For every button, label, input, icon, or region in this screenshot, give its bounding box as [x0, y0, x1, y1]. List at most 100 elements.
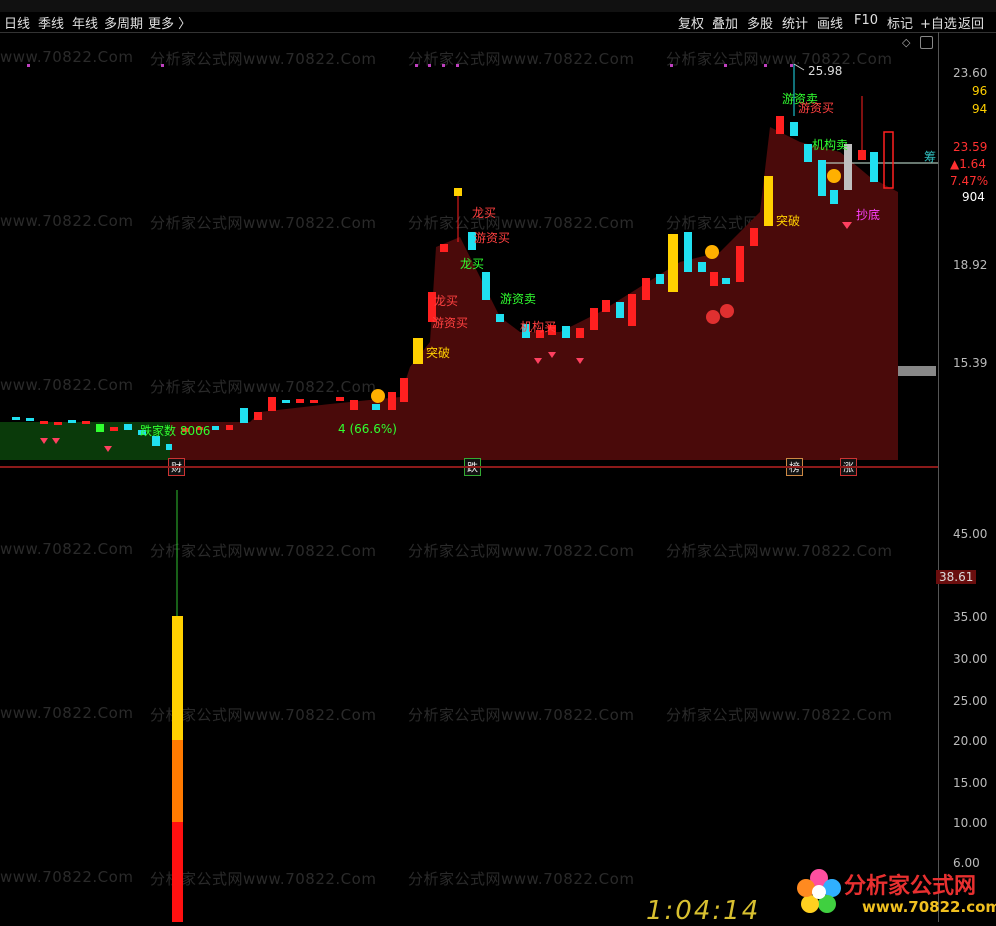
- period-season-button[interactable]: 季线: [38, 13, 64, 32]
- candle: [858, 150, 866, 160]
- duo-badge-icon: [706, 310, 720, 324]
- hot-buy-label: 游资买: [798, 101, 835, 115]
- statistics-button[interactable]: 统计: [782, 13, 808, 32]
- indicator-axis-label: 45.00: [953, 527, 988, 541]
- breakout-label: 突破: [776, 214, 801, 228]
- period-day-button[interactable]: 日线: [4, 13, 30, 32]
- signal-dot: [415, 64, 418, 67]
- axis-divider: [938, 32, 939, 922]
- candle: [26, 418, 34, 421]
- candle: [388, 392, 396, 410]
- logo-title: 分析家公式网: [844, 874, 977, 899]
- indicator-chart: [172, 490, 183, 922]
- signal-dot: [161, 64, 164, 67]
- candle: [454, 188, 462, 196]
- panel-toggle-icon[interactable]: [920, 36, 933, 49]
- inst-sell-label: 机构卖: [812, 138, 849, 152]
- candle: [110, 427, 118, 431]
- candle: [790, 122, 798, 136]
- candle: [400, 378, 408, 402]
- signal-dot: [764, 64, 767, 67]
- restore-right-button[interactable]: 复权: [678, 13, 704, 32]
- candle: [628, 294, 636, 326]
- signal-dot: [670, 64, 673, 67]
- candle: [482, 272, 490, 300]
- candle: [616, 302, 624, 318]
- candle: [736, 246, 744, 282]
- indicator-axis-label: 10.00: [953, 816, 988, 830]
- chart-window: 日线 季线 年线 多周期 更多 〉 复权 叠加 多股 统计 画线 F10 标记 …: [0, 0, 996, 926]
- candle: [240, 408, 248, 423]
- percent-info-label: 4 (66.6%): [338, 422, 397, 436]
- candle: [254, 412, 262, 420]
- indicator-axis-label: 35.00: [953, 610, 988, 624]
- candle: [698, 262, 706, 272]
- candle: [68, 420, 76, 423]
- price-axis-label: 15.39: [953, 356, 988, 370]
- signal-dot: [724, 64, 727, 67]
- overlay-button[interactable]: 叠加: [712, 13, 738, 32]
- yellow-up-icon: [705, 245, 719, 259]
- multi-stock-button[interactable]: 多股: [747, 13, 773, 32]
- f10-button[interactable]: F10: [854, 13, 878, 28]
- site-logo: 分析家公式网 www.70822.com: [792, 862, 996, 920]
- price-axis-label: 96: [972, 84, 988, 98]
- candle: [710, 272, 718, 286]
- candle: [576, 328, 584, 338]
- signal-dot: [790, 64, 793, 67]
- candle: [440, 244, 448, 252]
- price-scroll-marker[interactable]: [898, 366, 936, 376]
- candle: [413, 338, 423, 364]
- logo-url: www.70822.com: [862, 898, 996, 916]
- price-change-label: ▲1.64: [950, 157, 986, 171]
- signal-dots: [27, 64, 793, 67]
- candle: [82, 421, 90, 424]
- draw-line-button[interactable]: 画线: [817, 13, 843, 32]
- volume-label: 904: [962, 190, 985, 204]
- candle: [722, 278, 730, 284]
- candle: [804, 144, 812, 162]
- candle: [268, 397, 276, 411]
- hot-buy-label: 游资买: [474, 231, 511, 245]
- diamond-icon[interactable]: ◇: [902, 36, 910, 49]
- candle: [750, 228, 758, 246]
- indicator-axis-label: 25.00: [953, 694, 988, 708]
- signal-dot: [428, 64, 431, 67]
- candle: [296, 399, 304, 403]
- candle: [590, 308, 598, 330]
- breakout-label: 突破: [426, 346, 451, 360]
- multi-period-button[interactable]: 多周期: [104, 13, 143, 32]
- candle: [282, 400, 290, 403]
- price-axis-label: 94: [972, 102, 988, 116]
- back-button[interactable]: 返回: [958, 13, 984, 32]
- candle: [642, 278, 650, 300]
- signal-dot: [442, 64, 445, 67]
- inst-buy-label: 机构买: [520, 320, 557, 334]
- price-axis-label: 18.92: [953, 258, 988, 272]
- candle: [496, 314, 504, 322]
- bottom-label: 抄底: [856, 208, 881, 222]
- candle: [776, 116, 784, 134]
- price-percent-label: 7.47%: [950, 174, 989, 188]
- petal: [823, 879, 841, 897]
- candle: [310, 400, 318, 403]
- duo-badge-icon: [720, 304, 734, 318]
- price-axis-label: 23.59: [953, 140, 988, 154]
- yellow-up-icon: [371, 389, 385, 403]
- more-button[interactable]: 更多 〉: [148, 13, 191, 32]
- candle: [372, 404, 380, 410]
- flower-logo-icon: [797, 869, 841, 913]
- peak-leader-line: [793, 63, 805, 71]
- yellow-up-icon: [827, 169, 841, 183]
- add-favorite-button[interactable]: +自选: [920, 13, 957, 32]
- panel-separator[interactable]: [0, 466, 938, 468]
- period-year-button[interactable]: 年线: [72, 13, 98, 32]
- signal-dot: [27, 64, 30, 67]
- mark-button[interactable]: 标记: [887, 13, 913, 32]
- hot-sell-label: 游资卖: [500, 292, 537, 306]
- candle: [870, 152, 878, 182]
- candle: [883, 131, 894, 189]
- dragon-buy-label: 龙买: [472, 206, 497, 220]
- candle: [12, 417, 20, 420]
- price-axis-label: 23.60: [953, 66, 988, 80]
